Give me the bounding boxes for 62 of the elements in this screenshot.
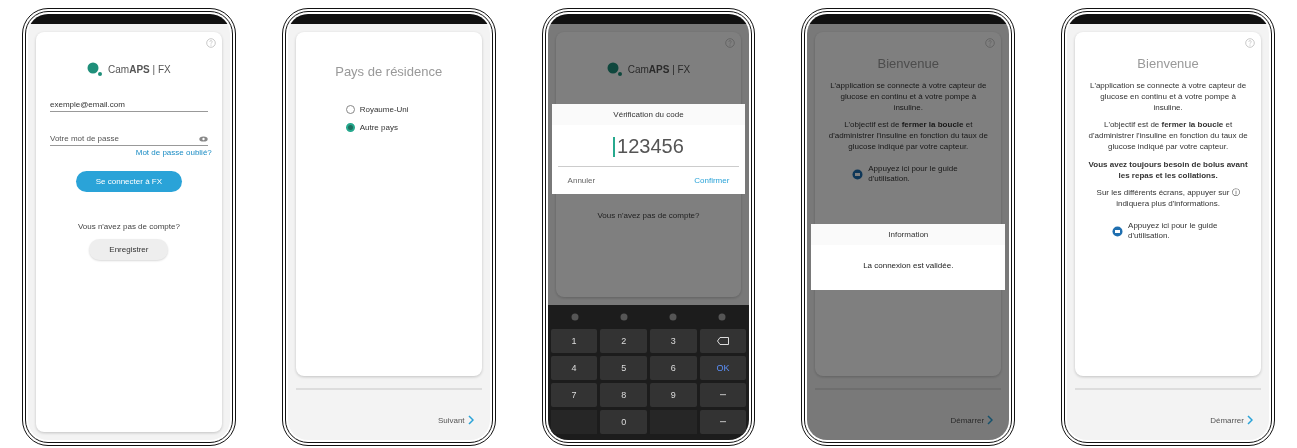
symbol-key[interactable]: [699, 410, 747, 434]
help-icon[interactable]: [205, 38, 216, 48]
radio-option[interactable]: Royaume-Uni: [345, 105, 432, 114]
code-input[interactable]: 123456: [557, 125, 740, 167]
digit-key[interactable]: 4: [550, 356, 598, 380]
backspace-key[interactable]: [699, 329, 747, 353]
register-button[interactable]: Enregistrer: [89, 239, 169, 260]
app-logo-text: CamAPS | FX: [627, 63, 691, 75]
no-account-text: Vous n'avez pas de compte?: [597, 211, 700, 220]
digit-key[interactable]: 1: [550, 329, 598, 353]
welcome-paragraph: Vous avez toujours besoin de bolus avant les repas et les collations.: [1087, 159, 1249, 182]
user-guide-link[interactable]: Appuyez ici pour le guide d'utilisation.: [868, 163, 965, 185]
forgot-password-link[interactable]: Mot de passe oublié?: [135, 148, 212, 157]
welcome-paragraph: L'application se connecte à votre capteur de glucose en continu et à votre pompe à insuline.: [829, 81, 988, 114]
app-logo-text: CamAPS | FX: [108, 63, 171, 75]
email-field[interactable]: exemple@email.com: [50, 98, 208, 112]
dash-icon: [720, 394, 727, 396]
digit-key[interactable]: 6: [650, 356, 697, 380]
help-icon[interactable]: [985, 38, 996, 48]
radio-icon[interactable]: [345, 123, 355, 132]
dialog-title: Information: [811, 224, 1006, 245]
toolbar-icon[interactable]: [717, 313, 726, 321]
book-circle-icon: [1112, 225, 1124, 237]
screen-title: Pays de résidence: [335, 64, 443, 79]
dialog-title: Vérification du code: [551, 104, 746, 125]
eye-icon[interactable]: [198, 135, 208, 142]
digit-key[interactable]: 9: [650, 383, 697, 407]
toolbar-icon[interactable]: [571, 313, 580, 321]
backspace-icon: [717, 337, 730, 345]
cancel-button[interactable]: Annuler: [561, 175, 602, 186]
welcome-paragraph: Sur les différents écrans, appuyer sur ⓘ indiquera plus d'informations.: [1095, 188, 1241, 210]
book-circle-icon: [852, 168, 864, 180]
digit-key[interactable]: 2: [600, 329, 647, 353]
chevron-right-icon: [987, 415, 994, 425]
help-icon[interactable]: [1245, 38, 1255, 48]
welcome-paragraph: L'objectif est de fermer la boucle et d'administrer l'insuline en fonction du taux de glucose indiqué par votre capteur.: [1087, 120, 1249, 153]
start-button[interactable]: Démarrer: [1204, 414, 1259, 426]
welcome-paragraph: L'objectif est de fermer la boucle et d'administrer l'insuline en fonction du taux de glucose indiqué par votre capteur.: [827, 120, 989, 153]
dash-icon: [720, 421, 727, 423]
radio-option[interactable]: Autre pays: [345, 123, 432, 132]
no-account-text: Vous n'avez pas de compte?: [77, 222, 180, 231]
toolbar-icon[interactable]: [668, 313, 677, 321]
digit-key[interactable]: 7: [550, 383, 598, 407]
digit-key[interactable]: 5: [600, 356, 647, 380]
welcome-paragraph: L'application se connecte à votre capteur de glucose en continu et à votre pompe à insuline.: [1088, 81, 1248, 114]
logo-icon: [606, 62, 623, 76]
chevron-right-icon: [467, 415, 474, 425]
blank-key: [550, 410, 598, 434]
digit-key[interactable]: 0: [600, 410, 647, 434]
dialog-message: La connexion est validée.: [863, 260, 954, 272]
ok-key[interactable]: OK: [699, 356, 747, 380]
chevron-right-icon: [1247, 415, 1253, 425]
symbol-key[interactable]: [699, 383, 747, 407]
digit-key[interactable]: 8: [600, 383, 647, 407]
digit-key[interactable]: 3: [650, 329, 697, 353]
next-button[interactable]: Suivant: [431, 414, 480, 426]
screen-title: Bienvenue: [1137, 56, 1199, 71]
toolbar-icon[interactable]: [620, 313, 628, 321]
help-icon[interactable]: [725, 38, 736, 48]
logo-icon: [87, 62, 104, 76]
user-guide-link[interactable]: Appuyez ici pour le guide d'utilisation.: [1128, 220, 1225, 242]
password-field[interactable]: Votre mot de passe: [50, 132, 208, 146]
